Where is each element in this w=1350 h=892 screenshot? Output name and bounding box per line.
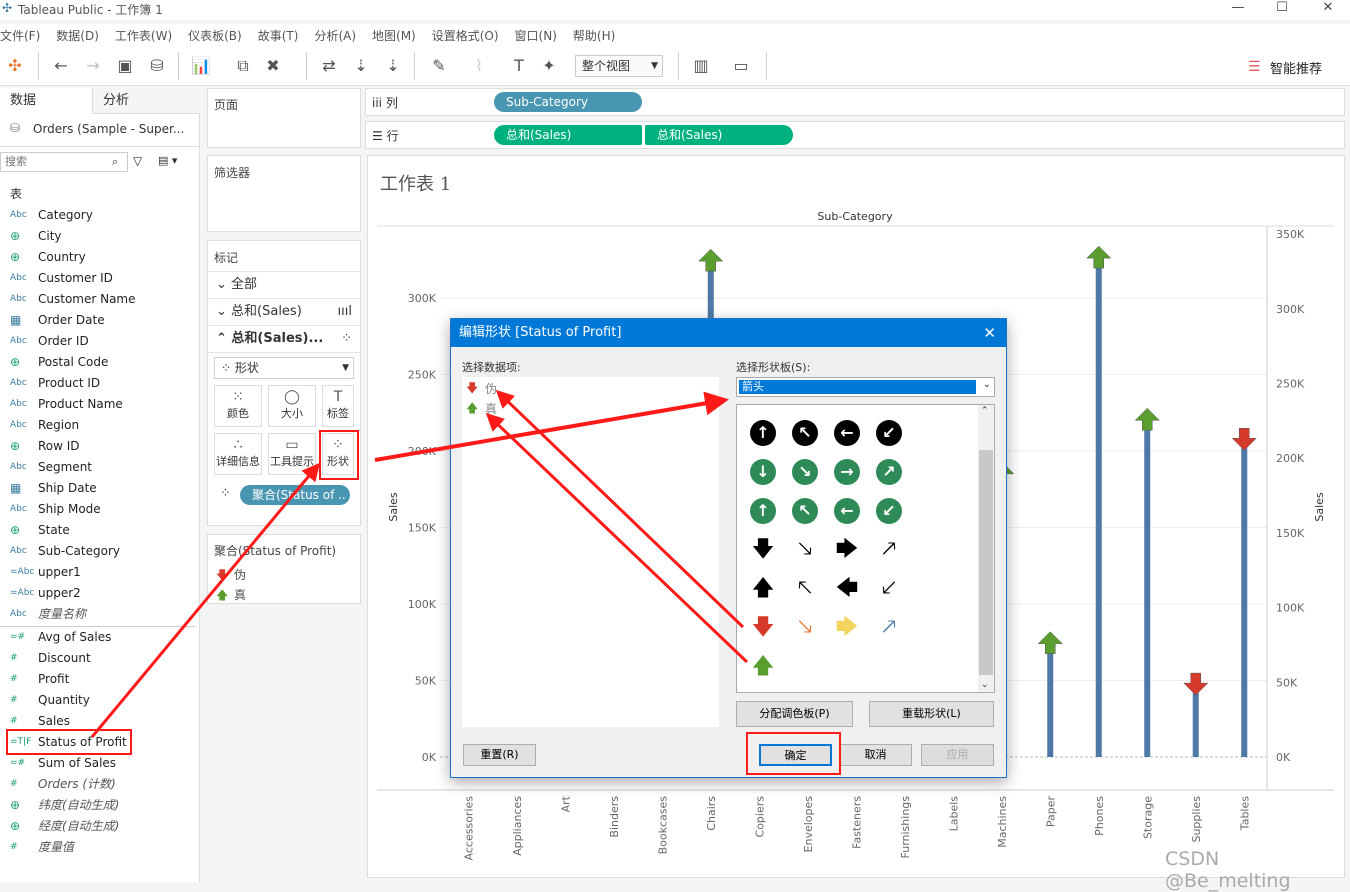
bar [1095,252,1102,757]
y-tick-label: 250K [408,369,437,382]
shape-palette[interactable]: ↑ ↖ ← ↙ ↓ ↘ → ↗ ↑ ↖ ← ↙ 🡇 🡖 🡆 🡕 🡅 🡔 🡄 🡗 🡇 🡖 🡆 🡕 🡅 ⌃ ⌄ [736,404,995,693]
x-tick-label: Supplies [1190,796,1203,843]
reset-button[interactable]: 重置(R) [463,744,536,766]
x-tick-label: Labels [947,796,960,832]
x-tick-label: Fasteners [850,796,863,849]
y2-tick-label: 300K [1276,303,1305,316]
y2-tick-label: 0K [1276,751,1291,764]
watermark: CSDN @Be_melting [1165,848,1291,892]
bar [1241,440,1248,757]
arrow-up-mark [1037,631,1063,654]
data-item-list: 🡇 伪 🡅 真 [462,377,719,727]
arrow-shape-icon[interactable]: 🡆 [834,615,860,641]
apply-button[interactable]: 应用 [921,744,994,766]
arrow-shape-icon[interactable]: ↙ [876,498,902,524]
y2-tick-label: 100K [1276,602,1305,615]
x-tick-label: Accessories [462,796,475,861]
arrow-shape-icon[interactable]: ↖ [792,498,818,524]
edit-shape-dialog: 编辑形状 [Status of Profit] ✕ 选择数据项: 🡇 伪 🡅 真 选择… [450,318,1007,778]
ok-highlight [746,732,841,775]
item-false[interactable]: 伪 [485,380,497,397]
x-tick-label: Machines [996,796,1009,848]
item-true[interactable]: 真 [485,400,497,417]
arrow-shape-icon[interactable]: 🡇 [750,615,776,641]
arrow-shape-icon[interactable]: ↖ [792,420,818,446]
y-tick-label: 300K [408,292,437,305]
arrow-up-mark [1134,407,1160,431]
y2-tick-label: 50K [1276,676,1298,689]
assign-palette-button[interactable]: 分配调色板(P) [736,701,853,727]
x-tick-label: Chairs [705,796,718,831]
y2-axis-label: Sales [1313,492,1326,522]
arrow-shape-icon[interactable]: 🡖 [792,537,818,563]
y-tick-label: 200K [408,445,437,458]
bar [1047,637,1054,757]
y-tick-label: 100K [408,598,437,611]
arrow-shape-icon[interactable]: ↙ [876,420,902,446]
arrow-shape-icon[interactable]: 🡗 [876,576,902,602]
bar [1192,685,1199,757]
x-tick-label: Tables [1238,796,1251,831]
y2-tick-label: 350K [1276,228,1305,241]
y-axis-label: Sales [387,492,400,522]
x-tick-label: Phones [1093,796,1106,836]
arrow-shape-icon[interactable]: ↑ [750,498,776,524]
chart-title: Sub-Category [817,210,893,223]
scrollbar[interactable]: ⌃ ⌄ [978,405,994,692]
arrow-shape-icon[interactable]: ↗ [876,459,902,485]
reload-shapes-button[interactable]: 重载形状(L) [869,701,994,727]
arrow-up-icon: 🡅 [466,401,479,415]
x-tick-label: Appliances [511,796,524,856]
arrow-shape-icon[interactable]: ↘ [792,459,818,485]
arrow-shape-icon[interactable]: 🡄 [834,576,860,602]
arrow-shape-icon[interactable]: 🡆 [834,537,860,563]
arrow-shape-icon[interactable]: 🡖 [792,615,818,641]
arrow-shape-icon[interactable]: 🡅 [750,576,776,602]
y-tick-label: 150K [408,522,437,535]
palette-dropdown[interactable]: 箭头 ⌄ [736,377,995,397]
y-tick-label: 0K [422,751,437,764]
arrow-shape-icon[interactable]: ← [834,498,860,524]
arrow-shape-icon[interactable]: ↑ [750,420,776,446]
arrow-down-mark [1183,672,1209,696]
arrow-shape-icon[interactable]: 🡕 [876,615,902,641]
arrow-up-mark [698,248,724,272]
arrow-shape-icon[interactable]: → [834,459,860,485]
dialog-title: 编辑形状 [Status of Profit] ✕ [451,319,1006,347]
x-tick-label: Envelopes [802,796,815,853]
arrow-down-mark [1231,428,1257,451]
arrow-down-icon: 🡇 [466,381,479,395]
x-tick-label: Binders [608,796,621,838]
x-tick-label: Bookcases [656,796,669,855]
x-tick-label: Storage [1141,796,1154,839]
x-tick-label: Art [559,795,572,812]
x-tick-label: Copiers [753,796,766,838]
y2-tick-label: 200K [1276,452,1305,465]
y2-tick-label: 250K [1276,378,1305,391]
bar [1144,414,1151,757]
arrow-shape-icon[interactable]: ↓ [750,459,776,485]
y-tick-label: 50K [415,675,437,688]
x-tick-label: Furnishings [899,796,912,859]
arrow-shape-icon[interactable]: 🡅 [750,654,776,680]
arrow-shape-icon[interactable]: 🡇 [750,537,776,563]
cancel-button[interactable]: 取消 [839,744,912,766]
arrow-up-mark [1086,245,1112,269]
x-tick-label: Paper [1044,796,1057,828]
y2-tick-label: 150K [1276,527,1305,540]
arrow-shape-icon[interactable]: 🡕 [876,537,902,563]
close-icon[interactable]: ✕ [983,319,996,347]
arrow-shape-icon[interactable]: 🡔 [792,576,818,602]
arrow-shape-icon[interactable]: ← [834,420,860,446]
